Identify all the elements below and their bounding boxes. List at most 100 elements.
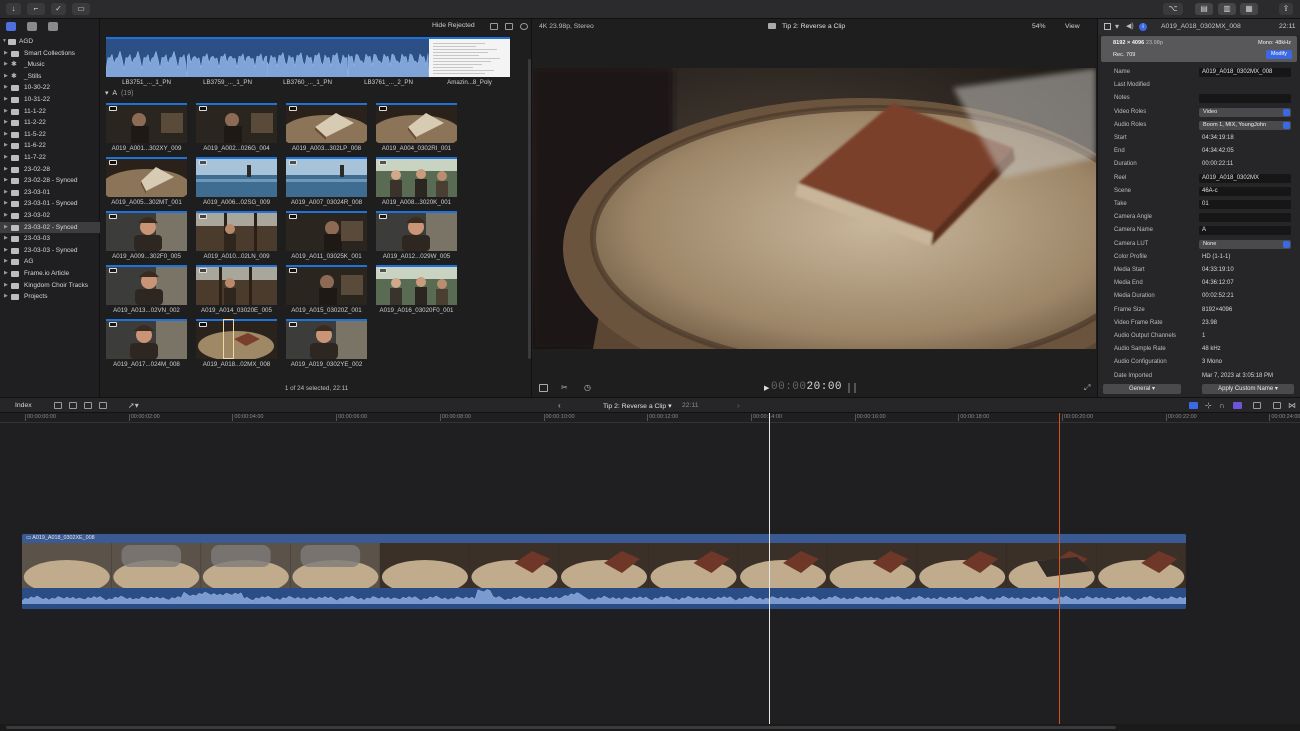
crop-icon[interactable] — [539, 384, 548, 392]
sidebar-item[interactable]: ▶ Frame.io Article — [0, 268, 100, 280]
play-icon[interactable]: ▶ — [764, 384, 769, 392]
sidebar-item[interactable]: ▶ 11-2-22 — [0, 117, 100, 129]
append-clip-icon[interactable] — [84, 402, 92, 409]
disclosure-triangle-icon[interactable]: ▶ — [4, 222, 8, 234]
sidebar-item[interactable]: ▶ Smart Collections — [0, 48, 100, 60]
metadata-popup[interactable]: Boom 1, MIX, YoungJohn — [1199, 120, 1291, 130]
disclosure-triangle-icon[interactable]: ▶ — [4, 187, 8, 199]
audio-skimming-icon[interactable]: ⊹ — [1205, 401, 1212, 410]
modify-button[interactable]: Modify — [1266, 50, 1292, 59]
forward-icon[interactable]: › — [737, 401, 740, 410]
sidebar-item[interactable]: ▶ 23-02-28 — [0, 164, 100, 176]
disclosure-triangle-icon[interactable]: ▶ — [4, 245, 8, 257]
fullscreen-icon[interactable]: ⤢ — [1084, 383, 1090, 393]
metadata-popup[interactable]: Video — [1199, 107, 1291, 117]
solo-icon[interactable]: ∩ — [1219, 401, 1225, 410]
disclosure-triangle-icon[interactable]: ▶ — [4, 48, 8, 60]
metadata-row[interactable]: Scene 46A-c — [1098, 185, 1300, 198]
metadata-field[interactable] — [1199, 94, 1291, 104]
disclosure-triangle-icon[interactable]: ▶ — [4, 164, 8, 176]
index-button[interactable]: Index — [15, 402, 32, 409]
share-key-icon[interactable]: ⌥ — [1163, 3, 1183, 15]
disclosure-triangle-icon[interactable]: ▶ — [4, 175, 8, 187]
metadata-row[interactable]: Audio Roles Boom 1, MIX, YoungJohn — [1098, 119, 1300, 132]
layout-browser-icon[interactable]: ▤ — [1195, 3, 1213, 15]
timeline[interactable]: 00:00:00:00 00:00:02:00 00:00:04:00 00:00:0… — [0, 413, 1300, 731]
info-inspector-icon[interactable]: i — [1139, 23, 1147, 31]
timeline-clip[interactable]: ▭ A019_A018_0302XE_008 — [22, 534, 1186, 609]
metadata-field[interactable]: 01 — [1199, 200, 1291, 209]
sidebar-item[interactable]: ▶ 23-03-03 — [0, 233, 100, 245]
sidebar-item[interactable]: ▶ Projects — [0, 291, 100, 303]
timeline-project-title[interactable]: Tip 2: Reverse a Clip ▾ — [603, 402, 672, 410]
metadata-row[interactable]: Camera LUT None — [1098, 238, 1300, 251]
metadata-row[interactable]: Camera Name A — [1098, 224, 1300, 237]
disclosure-triangle-icon[interactable]: ▶ — [4, 140, 8, 152]
metadata-row[interactable]: Notes — [1098, 92, 1300, 105]
audio-inspector-icon[interactable]: ◀) — [1126, 22, 1134, 30]
back-icon[interactable]: ‹ — [558, 401, 561, 410]
viewer-image[interactable] — [533, 68, 1096, 349]
disclosure-triangle-icon[interactable]: ▶ — [4, 233, 8, 245]
disclosure-triangle-icon[interactable]: ▶ — [4, 210, 8, 222]
disclosure-triangle-icon[interactable]: ▶ — [4, 152, 8, 164]
clip-appearance-icon[interactable] — [1253, 402, 1261, 409]
timeline-scrollbar[interactable] — [0, 724, 1300, 731]
library-row[interactable]: ▼ AGD — [0, 36, 100, 48]
metadata-view-popup[interactable]: General ▾ — [1103, 384, 1181, 394]
metadata-row[interactable]: Reel A019_A018_0302MX — [1098, 172, 1300, 185]
sidebar-item[interactable]: ▶ 23-03-02 — [0, 210, 100, 222]
metadata-field[interactable] — [1199, 213, 1291, 223]
apply-custom-name-popup[interactable]: Apply Custom Name ▾ — [1202, 384, 1294, 394]
disclosure-triangle-icon[interactable]: ▶ — [4, 256, 8, 268]
disclosure-triangle-icon[interactable]: ▶ — [4, 291, 8, 303]
import-icon[interactable]: ↓ — [6, 3, 21, 15]
search-icon[interactable] — [520, 23, 528, 30]
disclosure-triangle-icon[interactable]: ▶ — [4, 71, 8, 83]
sidebar-item[interactable]: ▶ 23-03-03 - Synced — [0, 245, 100, 257]
metadata-row[interactable]: Name A019_A018_0302MX_008 — [1098, 66, 1300, 79]
overwrite-clip-icon[interactable] — [99, 402, 107, 409]
disclosure-triangle-icon[interactable]: ▼ — [2, 36, 7, 48]
transform-icon[interactable]: ✂ — [561, 383, 568, 392]
effects-browser-icon[interactable] — [1273, 402, 1281, 409]
timeline-ruler[interactable]: 00:00:00:00 00:00:02:00 00:00:04:00 00:00:0… — [0, 413, 1300, 423]
speed-icon[interactable]: ◷ — [584, 383, 591, 392]
scroll-thumb[interactable] — [6, 726, 1116, 729]
browser-scrollbar[interactable] — [528, 59, 531, 359]
sidebar-item[interactable]: ▶ 23-03-01 - Synced — [0, 198, 100, 210]
disclosure-triangle-icon[interactable]: ▶ — [4, 106, 8, 118]
photos-audio-icon[interactable] — [27, 22, 37, 31]
transitions-browser-icon[interactable]: ⋈ — [1288, 401, 1296, 410]
metadata-field[interactable]: A019_A018_0302MX — [1199, 173, 1291, 183]
skimming-icon[interactable] — [1189, 402, 1198, 409]
sidebar-item[interactable]: ▶ ✱ _Music — [0, 59, 100, 71]
sidebar-item[interactable]: ▶ 10-30-22 — [0, 82, 100, 94]
disclosure-triangle-icon[interactable]: ▶ — [4, 59, 8, 71]
metadata-field[interactable]: A019_A018_0302MX_008 — [1199, 68, 1291, 77]
sidebar-item[interactable]: ▶ Kingdom Choir Tracks — [0, 280, 100, 292]
tag-icon[interactable]: ▭ — [72, 3, 90, 15]
color-inspector-icon[interactable]: ▾ — [1115, 22, 1119, 31]
video-inspector-icon[interactable] — [1104, 23, 1111, 30]
disclosure-triangle-icon[interactable]: ▶ — [4, 82, 8, 94]
connect-clip-icon[interactable] — [54, 402, 62, 409]
sidebar-item[interactable]: ▶ ✱ _Stills — [0, 71, 100, 83]
sidebar-item[interactable]: ▶ 23-03-02 - Synced — [0, 221, 100, 234]
share-icon[interactable]: ⇪ — [1279, 3, 1293, 15]
disclosure-triangle-icon[interactable]: ▶ — [4, 280, 8, 292]
disclosure-triangle-icon[interactable]: ▶ — [4, 129, 8, 141]
metadata-popup[interactable]: None — [1199, 239, 1291, 249]
background-tasks-icon[interactable]: ✓ — [51, 3, 66, 15]
sidebar-item[interactable]: ▶ 10-31-22 — [0, 94, 100, 106]
timecode-display[interactable]: 00:0020:00 — [771, 381, 842, 393]
list-view-icon[interactable] — [505, 23, 513, 30]
disclosure-triangle-icon[interactable]: ▶ — [4, 268, 8, 280]
metadata-field[interactable]: A — [1199, 226, 1291, 236]
select-tool-icon[interactable]: ➚▾ — [128, 401, 139, 410]
sidebar-item[interactable]: ▶ 11-6-22 — [0, 140, 100, 152]
metadata-row[interactable]: Take 01 — [1098, 198, 1300, 211]
disclosure-triangle-icon[interactable]: ▶ — [4, 94, 8, 106]
disclosure-triangle-icon[interactable]: ▶ — [4, 117, 8, 129]
keywords-icon[interactable]: ⌐ — [27, 3, 45, 15]
